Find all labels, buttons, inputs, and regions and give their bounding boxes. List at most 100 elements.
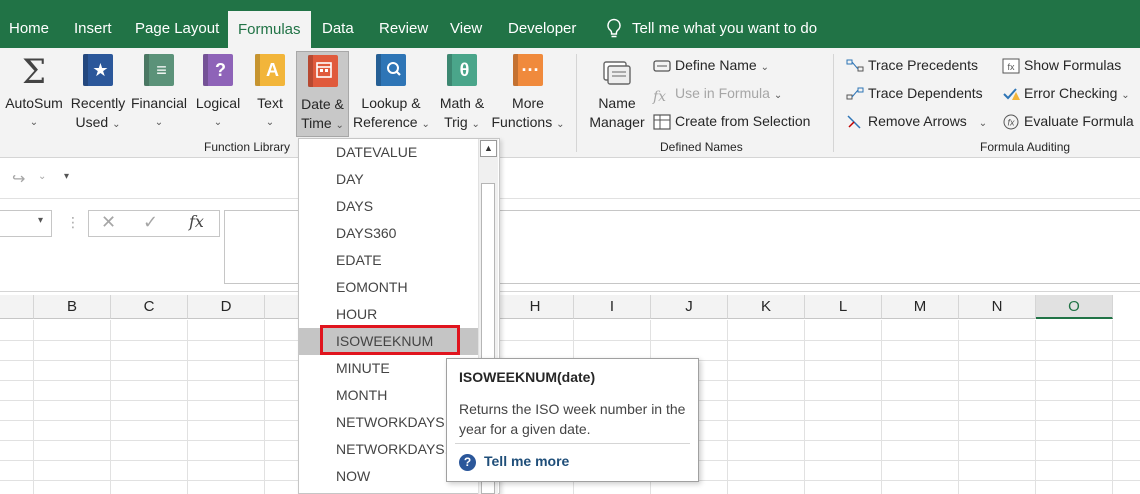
trace-precedents-button[interactable]: Trace Precedents — [846, 54, 978, 76]
function-item-days360[interactable]: DAYS360 — [299, 220, 479, 247]
show-formulas-label: Show Formulas — [1024, 57, 1122, 73]
name-box[interactable]: ▾ — [0, 210, 52, 237]
tab-formulas[interactable]: Formulas — [228, 11, 311, 48]
error-checking-button[interactable]: Error Checking ⌄ — [1002, 82, 1130, 104]
column-header-j[interactable]: J — [651, 295, 728, 319]
function-item-edate[interactable]: EDATE — [299, 247, 479, 274]
scroll-up-arrow-icon[interactable]: ▲ — [480, 140, 497, 157]
tell-me-more-link[interactable]: ? Tell me more — [459, 453, 569, 471]
tab-home[interactable]: Home — [9, 10, 49, 48]
chevron-down-icon[interactable]: ▾ — [38, 215, 43, 226]
financial-label: Financial — [130, 95, 188, 111]
insert-function-icon[interactable]: fx — [189, 212, 204, 231]
trace-dependents-button[interactable]: Trace Dependents — [846, 82, 983, 104]
tag-icon — [653, 58, 671, 74]
customize-qat-icon[interactable]: ▾ — [64, 171, 69, 182]
text-label: Text — [257, 95, 283, 111]
column-header-n[interactable]: N — [959, 295, 1036, 319]
column-header-k[interactable]: K — [728, 295, 805, 319]
tab-view[interactable]: View — [450, 10, 482, 48]
function-item-day[interactable]: DAY — [299, 166, 479, 193]
column-header-c[interactable]: C — [111, 295, 188, 319]
text-functions-button[interactable]: A Text ⌄ — [252, 54, 288, 132]
trace-precedents-icon — [846, 58, 864, 74]
chevron-down-icon: ⌄ — [154, 117, 164, 128]
column-header-h[interactable]: H — [497, 295, 574, 319]
use-in-formula-label: Use in Formula — [675, 85, 770, 101]
remove-arrows-button[interactable]: Remove Arrows ⌄ — [846, 110, 987, 132]
chevron-down-icon: ⌄ — [265, 117, 275, 128]
tab-page-layout[interactable]: Page Layout — [135, 10, 219, 48]
group-divider — [576, 54, 577, 152]
financial-button[interactable]: ≡ Financial ⌄ — [130, 54, 188, 132]
enter-check-icon[interactable]: ✓ — [143, 212, 158, 233]
chevron-down-icon[interactable]: ⌄ — [38, 171, 46, 182]
question-book-icon: ? — [202, 54, 234, 88]
recently-used-label-2: Used — [75, 114, 109, 130]
tell-me-search[interactable]: Tell me what you want to do — [606, 10, 817, 48]
theta-book-icon: θ — [446, 54, 478, 88]
error-checking-label: Error Checking — [1024, 85, 1118, 101]
chevron-down-icon: ⌄ — [29, 117, 39, 128]
gridline — [804, 320, 805, 494]
tooltip-divider — [455, 443, 690, 444]
cancel-icon[interactable]: ✕ — [101, 212, 116, 233]
error-checking-icon — [1002, 86, 1020, 102]
svg-text:fx: fx — [1007, 118, 1015, 128]
lookup-reference-button[interactable]: Lookup & Reference ⌄ — [353, 54, 430, 134]
column-header-d[interactable]: D — [188, 295, 265, 319]
gridline — [0, 340, 1140, 341]
lookup-label-2: Reference — [353, 114, 418, 130]
gridline — [187, 320, 188, 494]
function-tooltip: ISOWEEKNUM(date) Returns the ISO week nu… — [446, 358, 699, 482]
name-manager-button[interactable]: Name Manager — [586, 54, 648, 132]
column-header-l[interactable]: L — [805, 295, 882, 319]
tab-review[interactable]: Review — [379, 10, 428, 48]
trace-precedents-label: Trace Precedents — [868, 57, 978, 73]
gridline — [1035, 320, 1036, 494]
redo-icon[interactable]: ↪ — [12, 169, 25, 189]
use-in-formula-button[interactable]: fx Use in Formula ⌄ — [653, 82, 782, 106]
tab-insert[interactable]: Insert — [74, 10, 112, 48]
column-header-o[interactable]: O — [1036, 295, 1113, 319]
tooltip-title: ISOWEEKNUM(date) — [459, 369, 596, 385]
remove-arrows-label: Remove Arrows — [868, 113, 967, 129]
autosum-button[interactable]: Σ AutoSum ⌄ — [4, 52, 64, 132]
function-item-hour[interactable]: HOUR — [299, 301, 479, 328]
recently-used-button[interactable]: ★ Recently Used ⌄ — [69, 54, 127, 134]
help-icon: ? — [459, 454, 476, 471]
define-name-button[interactable]: Define Name ⌄ — [653, 54, 769, 76]
function-item-datevalue[interactable]: DATEVALUE — [299, 139, 479, 166]
more-functions-button[interactable]: ··· More Functions ⌄ — [490, 54, 566, 134]
evaluate-formula-button[interactable]: fx Evaluate Formula — [1002, 110, 1134, 132]
math-label-2: Trig — [444, 114, 468, 130]
lightbulb-icon — [607, 18, 621, 38]
function-item-eomonth[interactable]: EOMONTH — [299, 274, 479, 301]
evaluate-formula-icon: fx — [1002, 114, 1020, 130]
grip-icon: ⋮ — [66, 214, 80, 230]
select-all-corner[interactable] — [0, 295, 34, 319]
math-trig-button[interactable]: θ Math & Trig ⌄ — [434, 54, 490, 134]
quick-access-toolbar: ↪ ⌄ ▾ — [0, 159, 1140, 199]
tab-developer[interactable]: Developer — [508, 10, 576, 48]
fx-icon: fx — [653, 89, 667, 106]
logical-button[interactable]: ? Logical ⌄ — [193, 54, 243, 132]
gridline — [1112, 320, 1113, 494]
logical-label: Logical — [195, 95, 241, 111]
date-time-button[interactable]: Date & Time ⌄ — [296, 51, 349, 137]
column-header-b[interactable]: B — [34, 295, 111, 319]
function-item-days[interactable]: DAYS — [299, 193, 479, 220]
more-label-1: More — [512, 95, 544, 111]
gridline — [727, 320, 728, 494]
tab-data[interactable]: Data — [322, 10, 354, 48]
gridline — [264, 320, 265, 494]
show-formulas-button[interactable]: fx Show Formulas — [1002, 54, 1121, 76]
tell-me-more-label: Tell me more — [484, 453, 570, 469]
column-header-m[interactable]: M — [882, 295, 959, 319]
create-from-selection-button[interactable]: Create from Selection — [653, 110, 810, 132]
name-manager-icon — [601, 54, 633, 88]
group-divider — [833, 54, 834, 152]
math-label-1: Math & — [439, 95, 485, 111]
column-header-i[interactable]: I — [574, 295, 651, 319]
sigma-icon: Σ — [18, 52, 50, 92]
